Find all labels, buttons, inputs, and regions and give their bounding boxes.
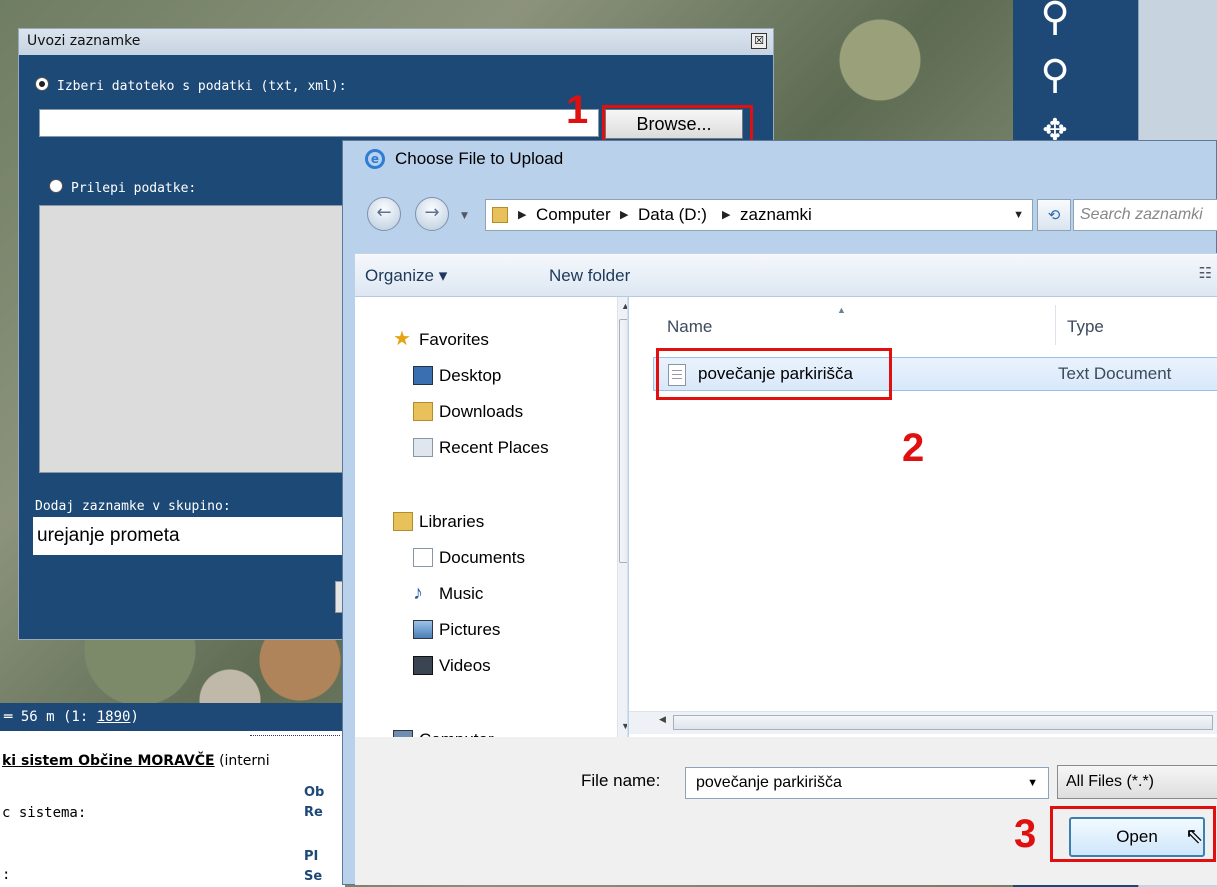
- chevron-down-icon[interactable]: ▼: [1027, 768, 1038, 798]
- star-icon: ★: [393, 328, 411, 350]
- nav-label: Music: [439, 584, 484, 603]
- breadcrumb-folder[interactable]: zaznamki: [740, 200, 812, 230]
- import-dialog-title: Uvozi zaznamke: [27, 33, 141, 49]
- command-bar: Organize ▾ New folder ☷: [355, 253, 1217, 297]
- navigation-pane: ★ Favorites Desktop Downloads Recent Pla…: [355, 297, 628, 737]
- nav-scrollbar[interactable]: ▲ ▼: [617, 297, 627, 737]
- import-titlebar[interactable]: Uvozi zaznamke ☒: [19, 29, 773, 55]
- videos-icon: [413, 656, 433, 675]
- paste-option-label: Prilepi podatke:: [71, 181, 197, 196]
- close-icon[interactable]: ☒: [751, 33, 767, 49]
- downloads-icon: [413, 402, 433, 421]
- new-folder-button[interactable]: New folder: [549, 266, 630, 286]
- scroll-thumb[interactable]: [619, 319, 627, 563]
- breadcrumb-arrow-icon[interactable]: ▶: [620, 200, 628, 230]
- choose-file-dialog: e Choose File to Upload ← → ▼ ▶ Computer…: [342, 140, 1217, 885]
- file-list-hscrollbar[interactable]: ◀: [629, 711, 1217, 734]
- views-icon[interactable]: ☷: [1199, 264, 1212, 282]
- documents-icon: [413, 548, 433, 567]
- hscroll-thumb[interactable]: [673, 715, 1213, 730]
- highlight-file: [656, 348, 892, 400]
- organize-button[interactable]: Organize ▾: [365, 266, 447, 286]
- info-label: c sistema:: [2, 805, 87, 821]
- back-button[interactable]: ←: [367, 197, 401, 231]
- scroll-left-icon[interactable]: ◀: [659, 715, 666, 725]
- step-3-marker: 3: [1014, 812, 1037, 856]
- nav-label: Computer: [419, 727, 494, 737]
- breadcrumb-drive[interactable]: Data (D:): [638, 200, 707, 230]
- zoom-in-icon[interactable]: ⚲: [1030, 0, 1080, 42]
- scale-text: ═ 56 m (1:: [4, 709, 97, 725]
- scroll-up-icon[interactable]: ▲: [621, 301, 627, 311]
- radio-file-option[interactable]: [35, 77, 49, 91]
- desktop-icon: [413, 366, 433, 385]
- column-type-header[interactable]: Type: [1067, 317, 1104, 337]
- breadcrumb-arrow-icon[interactable]: ▶: [722, 200, 730, 230]
- nav-label: Desktop: [439, 366, 502, 385]
- info-link[interactable]: Re: [304, 805, 323, 820]
- scale-value-link[interactable]: 1890: [97, 709, 131, 725]
- file-path-input[interactable]: [39, 109, 599, 137]
- nav-label: Favorites: [419, 330, 489, 349]
- file-dialog-title: Choose File to Upload: [395, 149, 564, 168]
- chevron-down-icon[interactable]: ▼: [461, 211, 468, 221]
- file-name-label: File name:: [581, 771, 661, 790]
- radio-paste-option[interactable]: [49, 179, 63, 193]
- highlight-open: [1050, 806, 1216, 862]
- nav-label: Libraries: [419, 512, 485, 531]
- file-type: Text Document: [1058, 364, 1172, 383]
- info-area: ki sistem Občine MORAVČE (interni c sist…: [0, 731, 345, 887]
- info-link[interactable]: Se: [304, 869, 322, 884]
- internet-explorer-icon: e: [365, 149, 385, 169]
- file-type-select[interactable]: All Files (*.*): [1057, 765, 1217, 799]
- libraries-icon: [393, 512, 413, 531]
- system-title-rest: (interni: [214, 753, 270, 769]
- breadcrumb-arrow-icon[interactable]: ▶: [518, 200, 526, 230]
- splitter-handle[interactable]: [250, 735, 340, 739]
- recent-places-icon: [413, 438, 433, 457]
- nav-label: Pictures: [439, 620, 501, 639]
- scale-bar: ═ 56 m (1: 1890): [0, 703, 345, 731]
- search-input[interactable]: Search zaznamki: [1073, 199, 1217, 231]
- step-1-marker: 1: [566, 88, 589, 132]
- file-option-label: Izberi datoteko s podatki (txt, xml):: [57, 79, 347, 94]
- step-2-marker: 2: [902, 426, 925, 470]
- address-bar[interactable]: ▶ Computer ▶ Data (D:) ▶ zaznamki ▼: [485, 199, 1033, 231]
- forward-button[interactable]: →: [415, 197, 449, 231]
- highlight-browse: [602, 105, 753, 143]
- column-divider[interactable]: [1055, 305, 1056, 345]
- chevron-down-icon[interactable]: ▼: [1013, 200, 1024, 230]
- refresh-icon[interactable]: ⟲: [1037, 199, 1071, 231]
- nav-label: Videos: [439, 656, 491, 675]
- folder-icon: [492, 207, 508, 223]
- music-icon: ♪: [413, 582, 423, 604]
- breadcrumb-computer[interactable]: Computer: [536, 200, 611, 230]
- scroll-down-icon[interactable]: ▼: [621, 721, 627, 731]
- column-name-header[interactable]: Name: [667, 317, 712, 337]
- system-title-link[interactable]: ki sistem Občine MORAVČE: [2, 753, 215, 769]
- system-title: ki sistem Občine MORAVČE (interni: [2, 753, 270, 769]
- nav-label: Recent Places: [439, 438, 549, 457]
- info-label-2: :: [2, 867, 11, 883]
- group-label: Dodaj zaznamke v skupino:: [35, 499, 231, 514]
- info-link[interactable]: Ob: [304, 785, 324, 800]
- zoom-out-icon[interactable]: ⚲: [1030, 50, 1080, 100]
- sort-ascending-icon: ▲: [837, 305, 846, 315]
- file-name-value: povečanje parkirišča: [696, 774, 842, 791]
- info-link[interactable]: PI: [304, 849, 318, 864]
- pictures-icon: [413, 620, 433, 639]
- nav-label: Documents: [439, 548, 525, 567]
- nav-label: Downloads: [439, 402, 524, 421]
- computer-icon: [393, 730, 413, 737]
- file-name-input[interactable]: povečanje parkirišča ▼: [685, 767, 1049, 799]
- scale-suffix: ): [130, 709, 139, 725]
